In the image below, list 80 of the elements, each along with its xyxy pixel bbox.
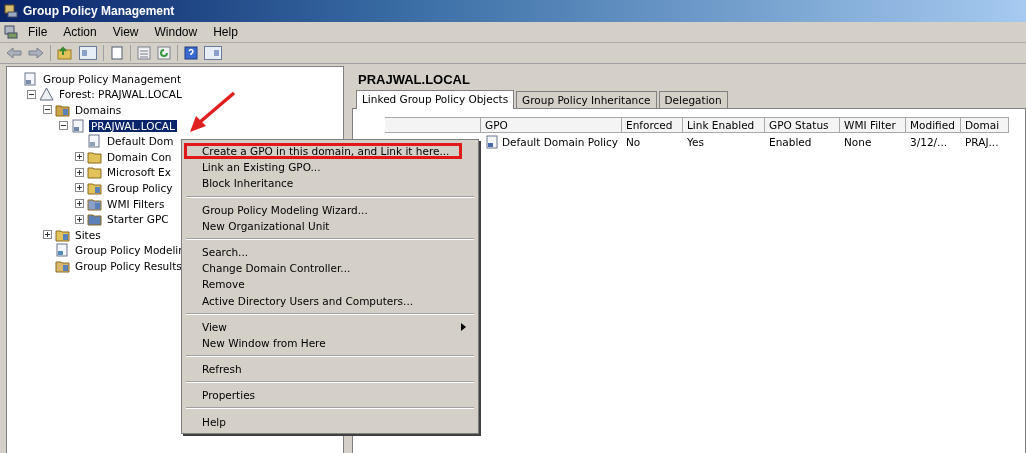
menu-item[interactable]: Remove [184, 276, 476, 293]
menu-item[interactable]: Link an Existing GPO... [184, 159, 476, 176]
column-header[interactable]: Link Enabled [683, 117, 765, 133]
document-icon [485, 135, 499, 149]
tree-item[interactable]: Microsoft Ex [105, 166, 173, 179]
expander-icon[interactable] [27, 89, 36, 99]
menu-item[interactable]: New Organizational Unit [184, 217, 476, 234]
menu-item[interactable]: Search... [184, 243, 476, 261]
table-cell: Default Domain Policy [502, 136, 618, 148]
tree-item[interactable]: Sites [73, 228, 103, 241]
tree-item[interactable]: Default Dom [105, 135, 176, 148]
menu-item[interactable]: New Window from Here [184, 334, 476, 352]
table-cell: 3/12/... [910, 136, 948, 148]
folder-icon [87, 180, 102, 195]
table-cell: None [844, 136, 872, 148]
expander-icon[interactable] [59, 121, 68, 131]
console-icon [4, 4, 18, 18]
tree-item[interactable]: WMI Filters [105, 197, 167, 210]
document-icon[interactable] [110, 46, 124, 60]
menu-item[interactable]: Create a GPO in this domain, and Link it here... [184, 143, 462, 160]
folder-icon [55, 103, 70, 117]
table-cell: No [626, 136, 641, 148]
expander-icon[interactable] [75, 152, 84, 162]
tree-item[interactable]: Domains [73, 104, 124, 116]
menu-item[interactable]: Active Directory Users and Computers... [184, 292, 476, 309]
table-cell: Yes [687, 136, 704, 148]
table-cell: PRAJ... [965, 136, 999, 148]
menu-item[interactable]: Window [148, 25, 204, 39]
menu-item[interactable]: View [184, 318, 476, 335]
column-header[interactable]: GPO Status [765, 117, 840, 133]
table-cell: Enabled [769, 136, 812, 148]
expander-icon[interactable] [75, 167, 84, 177]
folder-icon [55, 258, 70, 273]
column-header[interactable]: Modified [906, 117, 961, 133]
menu-item[interactable]: Properties [184, 387, 476, 404]
menu-item[interactable]: Help [207, 25, 244, 39]
panel-icon[interactable] [204, 46, 222, 60]
column-header[interactable]: Enforced [622, 117, 683, 133]
tree-item[interactable]: Group Policy [105, 181, 175, 194]
menu-item[interactable]: Help [184, 413, 476, 430]
tree-item[interactable]: Starter GPC [105, 213, 171, 226]
tree-item[interactable]: Group Policy Modelir [73, 244, 185, 257]
folder-icon [87, 196, 102, 211]
expander-icon[interactable] [75, 183, 84, 193]
menu-item[interactable]: File [22, 25, 54, 39]
menu-item[interactable]: View [106, 25, 145, 39]
folder-icon [55, 227, 70, 242]
column-header[interactable]: WMI Filter [840, 117, 906, 133]
column-header[interactable]: GPO [481, 117, 622, 133]
menu-item[interactable]: Refresh [184, 361, 476, 378]
expander-icon[interactable] [75, 214, 84, 224]
tree-item[interactable]: Domain Con [105, 150, 174, 163]
folder-icon [87, 212, 102, 227]
console-icon [4, 25, 18, 39]
menu-item[interactable]: Block Inheritance [184, 175, 476, 192]
folder-icon [87, 165, 102, 180]
expander-icon[interactable] [75, 199, 84, 209]
up-folder-icon[interactable] [57, 46, 73, 60]
document-icon [71, 118, 86, 133]
document-icon [55, 243, 70, 258]
pane-title: PRAJWAL.LOCAL [357, 71, 471, 89]
expander-icon[interactable] [43, 230, 52, 240]
menu-item[interactable]: Group Policy Modeling Wizard... [184, 201, 476, 218]
tree-item[interactable]: Group Policy Results [73, 259, 184, 272]
triangle-icon [39, 87, 54, 102]
menu-item[interactable]: Action [57, 25, 103, 39]
expander-icon[interactable] [43, 105, 52, 115]
tab[interactable]: Linked Group Policy Objects [356, 90, 515, 109]
window-title: Group Policy Management [23, 4, 175, 18]
tree-item[interactable]: PRAJWAL.LOCAL [89, 119, 177, 132]
column-header[interactable]: Domai [961, 117, 1009, 133]
document-icon [87, 134, 102, 149]
help-icon[interactable] [184, 46, 198, 60]
document-icon [23, 71, 38, 86]
refresh-icon[interactable] [157, 46, 171, 60]
panel-icon[interactable] [79, 46, 97, 60]
tree-item[interactable]: Group Policy Management [41, 72, 183, 85]
tree-item[interactable]: Forest: PRAJWAL.LOCAL [57, 88, 184, 101]
folder-icon [87, 149, 102, 164]
menu-item[interactable]: Change Domain Controller... [184, 260, 476, 277]
